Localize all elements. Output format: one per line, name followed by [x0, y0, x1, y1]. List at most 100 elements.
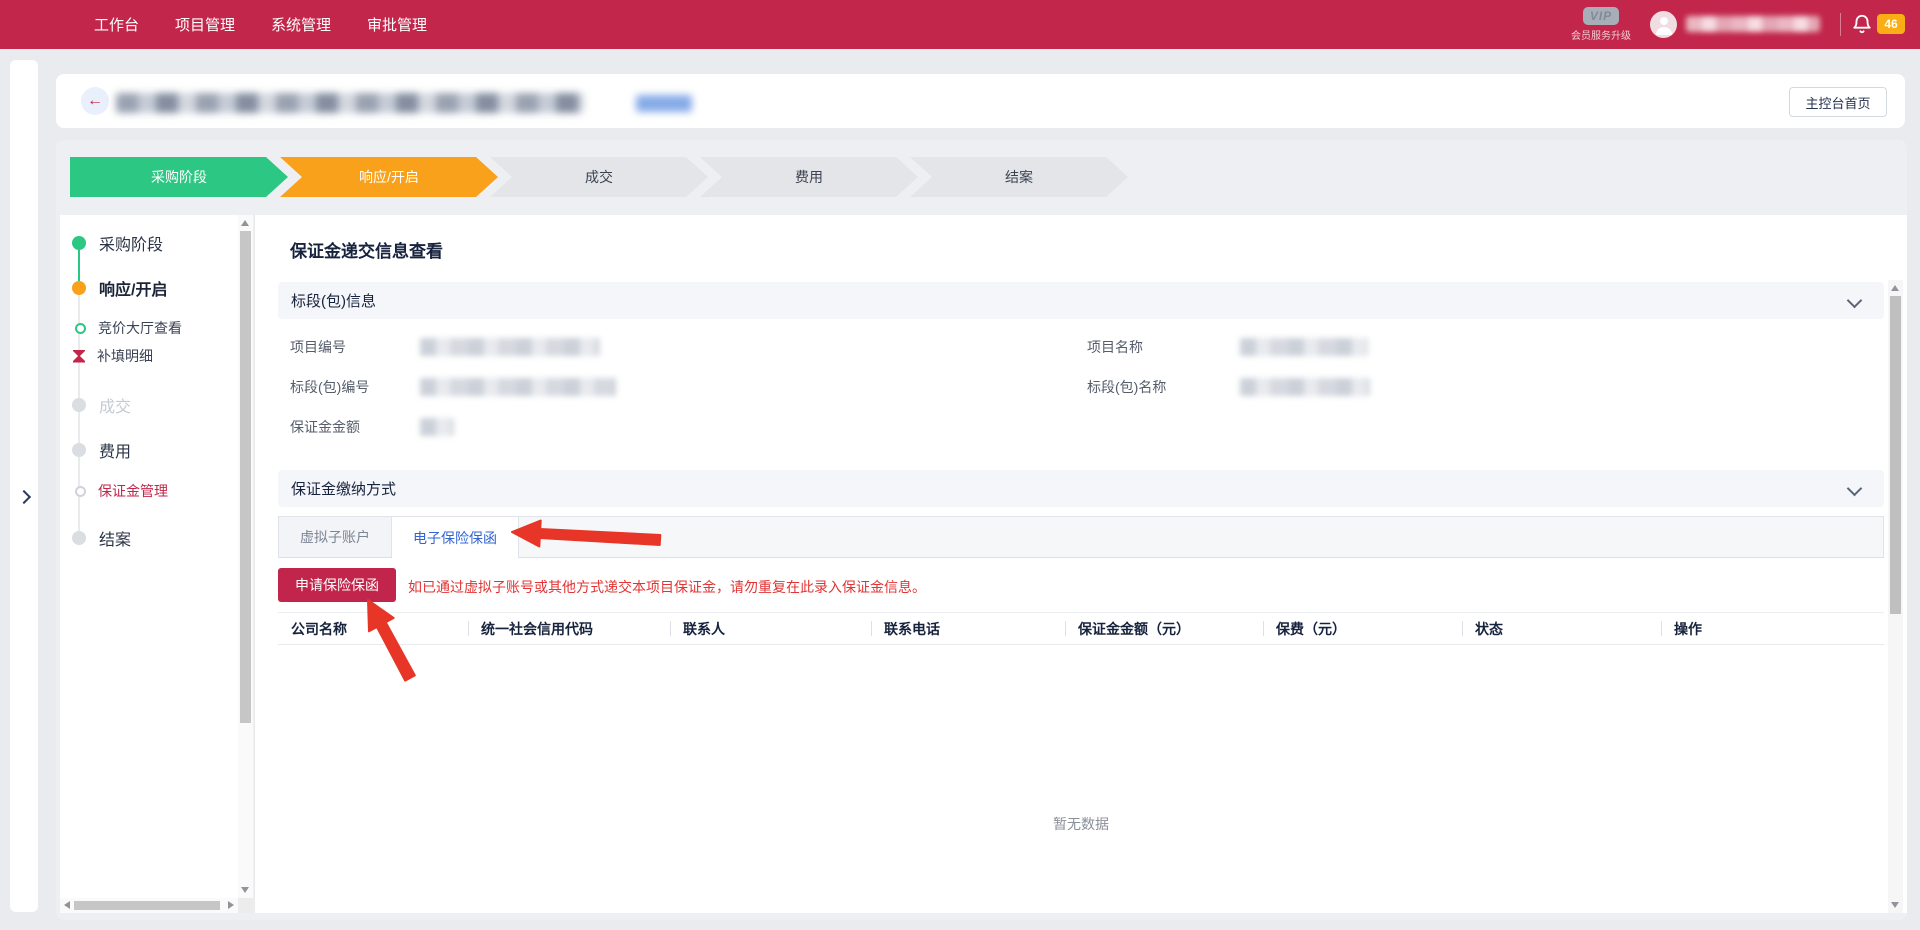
field-label: 项目名称 — [1087, 339, 1143, 355]
stage-dot-icon — [72, 443, 86, 457]
field-value-redacted — [420, 418, 454, 436]
stage-dot-icon — [72, 281, 86, 295]
process-step: 响应/开启 — [280, 157, 498, 197]
project-title-redacted — [116, 93, 584, 113]
back-button[interactable]: ← — [81, 87, 109, 115]
expand-panel-chevron-icon[interactable] — [17, 490, 31, 504]
divider — [1840, 13, 1841, 36]
deposit-method-tabs: 虚拟子账户电子保险保函 — [278, 516, 1884, 558]
stage-dot-icon — [75, 486, 86, 497]
info-field: 项目编号 — [290, 337, 346, 357]
scroll-up-arrow-icon[interactable] — [241, 220, 249, 226]
stage-label: 响应/开启 — [99, 276, 167, 300]
sidebar-stage-item[interactable]: 结案 — [60, 526, 131, 550]
nav-menu-item[interactable]: 系统管理 — [271, 14, 331, 35]
collapse-chevron-down-icon[interactable] — [1847, 293, 1863, 309]
stage-label: 补填明细 — [97, 346, 153, 366]
info-field: 标段(包)编号 — [290, 377, 369, 397]
vip-upgrade[interactable]: VIP 会员服务升级 — [1566, 7, 1636, 42]
table-header-cell: 联系人 — [670, 613, 871, 644]
content-vertical-scrollbar[interactable] — [1888, 280, 1903, 913]
app-window: 工作台 项目管理 系统管理 审批管理 VIP 会员服务升级 46 ← 主控台首页 — [0, 0, 1920, 930]
stage-dot-icon — [72, 236, 86, 250]
scrollbar-thumb[interactable] — [1890, 296, 1901, 614]
sidebar-stage-item[interactable]: 费用 — [60, 438, 131, 462]
section-title: 标段(包)信息 — [291, 290, 376, 311]
process-step: 成交 — [490, 157, 708, 197]
table-header-cell: 保费（元） — [1263, 613, 1462, 644]
apply-insurance-guarantee-button[interactable]: 申请保险保函 — [278, 568, 396, 602]
process-step: 采购阶段 — [70, 157, 288, 197]
stage-label: 竞价大厅查看 — [98, 318, 182, 338]
table-header-cell: 保证金金额（元） — [1065, 613, 1263, 644]
scroll-right-arrow-icon[interactable] — [228, 901, 234, 909]
stage-label: 结案 — [99, 526, 131, 550]
field-value-redacted — [420, 378, 616, 396]
scrollbar-corner — [238, 898, 253, 913]
nav-menu-item[interactable]: 工作台 — [94, 14, 139, 35]
content-panel — [255, 215, 1907, 913]
stage-label: 采购阶段 — [99, 231, 163, 255]
stage-label: 成交 — [99, 393, 131, 417]
process-step: 结案 — [910, 157, 1128, 197]
collapsed-side-strip — [10, 60, 38, 912]
sidebar-stage-item[interactable]: 竞价大厅查看 — [60, 316, 182, 340]
user-avatar[interactable] — [1650, 11, 1677, 38]
sidebar-horizontal-scrollbar[interactable] — [60, 898, 238, 913]
duplicate-deposit-warning: 如已通过虚拟子账号或其他方式递交本项目保证金，请勿重复在此录入保证金信息。 — [408, 577, 926, 597]
notification-bell-icon[interactable] — [1851, 13, 1873, 35]
sidebar-stage-item[interactable]: 响应/开启 — [60, 276, 167, 300]
stage-label: 费用 — [99, 438, 131, 462]
stage-dot-icon — [72, 398, 86, 412]
nav-menu-item[interactable]: 项目管理 — [175, 14, 235, 35]
scroll-down-arrow-icon[interactable] — [241, 887, 249, 893]
back-arrow-icon: ← — [87, 92, 103, 110]
scrollbar-thumb[interactable] — [74, 901, 220, 910]
field-label: 标段(包)名称 — [1087, 379, 1166, 395]
field-label: 标段(包)编号 — [290, 379, 369, 395]
table-header-cell: 状态 — [1462, 613, 1661, 644]
stage-dot-icon — [75, 323, 86, 334]
info-field: 标段(包)名称 — [1087, 377, 1166, 397]
sidebar-vertical-scrollbar[interactable] — [238, 215, 253, 898]
table-header-cell: 操作 — [1661, 613, 1884, 644]
scrollbar-thumb[interactable] — [240, 231, 251, 723]
field-label: 项目编号 — [290, 339, 346, 355]
section-title: 保证金缴纳方式 — [291, 478, 396, 499]
scroll-left-arrow-icon[interactable] — [64, 901, 70, 909]
table-header-cell: 公司名称 — [278, 613, 468, 644]
empty-table-placeholder: 暂无数据 — [278, 814, 1884, 834]
field-value-redacted — [1240, 338, 1368, 356]
scroll-up-arrow-icon[interactable] — [1891, 285, 1899, 291]
guarantee-table-header: 公司名称统一社会信用代码联系人联系电话保证金金额（元）保费（元）状态操作 — [278, 612, 1884, 645]
page-title: 保证金递交信息查看 — [290, 237, 443, 262]
field-value-redacted — [420, 338, 600, 356]
sidebar-stage-item[interactable]: 保证金管理 — [60, 479, 168, 503]
field-label: 保证金金额 — [290, 419, 360, 435]
info-field: 保证金金额 — [290, 417, 360, 437]
console-home-button[interactable]: 主控台首页 — [1789, 87, 1887, 117]
stage-dot-icon — [72, 531, 86, 545]
table-header-cell: 联系电话 — [871, 613, 1065, 644]
collapse-chevron-down-icon[interactable] — [1847, 481, 1863, 497]
field-value-redacted — [1240, 378, 1370, 396]
sidebar-stage-item[interactable]: 采购阶段 — [60, 231, 163, 255]
info-field: 项目名称 — [1087, 337, 1143, 357]
person-icon — [1655, 15, 1673, 35]
top-navigation-bar: 工作台 项目管理 系统管理 审批管理 VIP 会员服务升级 46 — [0, 0, 1920, 49]
username-redacted — [1686, 16, 1820, 32]
vip-caption: 会员服务升级 — [1566, 27, 1636, 42]
notification-count-badge: 46 — [1877, 14, 1905, 34]
status-chip-redacted — [636, 95, 692, 112]
scroll-down-arrow-icon[interactable] — [1891, 902, 1899, 908]
nav-menu-item[interactable]: 审批管理 — [367, 14, 427, 35]
section-header-package-info: 标段(包)信息 — [278, 282, 1884, 319]
process-step: 费用 — [700, 157, 918, 197]
stage-dot-icon — [73, 350, 85, 363]
deposit-method-tab[interactable]: 电子保险保函 — [392, 517, 519, 558]
main-menu: 工作台 项目管理 系统管理 审批管理 — [94, 0, 427, 49]
sidebar-stage-item[interactable]: 成交 — [60, 393, 131, 417]
sidebar-stage-item[interactable]: 补填明细 — [60, 344, 153, 368]
deposit-method-tab[interactable]: 虚拟子账户 — [279, 517, 392, 557]
section-header-deposit-method: 保证金缴纳方式 — [278, 470, 1884, 507]
